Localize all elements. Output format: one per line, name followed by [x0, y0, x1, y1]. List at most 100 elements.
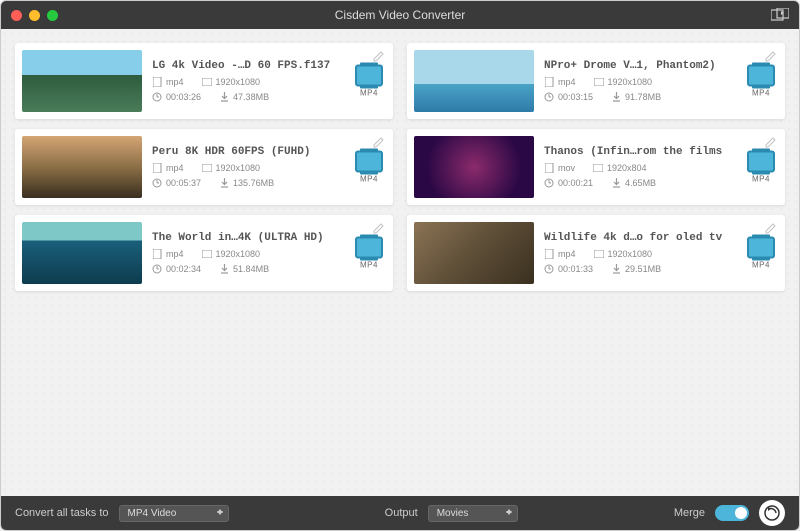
output-format-button[interactable]: MP4	[747, 151, 775, 184]
video-title: LG 4k Video -…D 60 FPS.f137	[152, 60, 386, 72]
convert-all-label: Convert all tasks to	[15, 507, 109, 519]
download-icon	[611, 264, 621, 274]
merge-toggle[interactable]	[715, 505, 749, 521]
video-info: Wildlife 4k d…o for oled tv mp4 1920x108…	[544, 222, 778, 284]
output-format-label: MP4	[360, 89, 378, 98]
video-filesize: 4.65MB	[611, 178, 656, 188]
file-icon	[544, 249, 554, 259]
clock-icon	[544, 92, 554, 102]
merge-label: Merge	[674, 507, 705, 519]
video-format: mp4	[544, 77, 576, 87]
file-icon	[152, 163, 162, 173]
output-format-select[interactable]: MP4 Video	[119, 505, 229, 522]
video-format: mp4	[152, 249, 184, 259]
output-format-label: MP4	[752, 89, 770, 98]
window-controls	[11, 10, 58, 21]
maximize-window-button[interactable]	[47, 10, 58, 21]
output-format-button[interactable]: MP4	[747, 237, 775, 270]
output-format-label: MP4	[752, 261, 770, 270]
format-icon	[747, 237, 775, 259]
format-icon	[355, 65, 383, 87]
clock-icon	[152, 178, 162, 188]
format-icon	[747, 65, 775, 87]
edit-button[interactable]	[373, 135, 387, 149]
video-filesize: 29.51MB	[611, 264, 661, 274]
download-icon	[611, 178, 621, 188]
output-format-button[interactable]: MP4	[747, 65, 775, 98]
video-thumbnail[interactable]	[22, 50, 142, 112]
video-resolution: 1920x1080	[202, 163, 261, 173]
video-thumbnail[interactable]	[22, 136, 142, 198]
edit-button[interactable]	[765, 221, 779, 235]
file-icon	[544, 77, 554, 87]
video-list-area: LG 4k Video -…D 60 FPS.f137 mp4 1920x108…	[1, 29, 799, 496]
video-resolution: 1920x1080	[594, 249, 653, 259]
start-convert-button[interactable]	[759, 500, 785, 526]
edit-button[interactable]	[765, 49, 779, 63]
video-title: Peru 8K HDR 60FPS (FUHD)	[152, 146, 386, 158]
video-info: NPro+ Drome V…1, Phantom2) mp4 1920x1080…	[544, 50, 778, 112]
edit-button[interactable]	[765, 135, 779, 149]
video-card[interactable]: Thanos (Infin…rom the films mov 1920x804…	[407, 129, 785, 205]
video-duration: 00:00:21	[544, 178, 593, 188]
video-filesize: 135.76MB	[219, 178, 274, 188]
resolution-icon	[593, 163, 603, 173]
video-format: mp4	[152, 163, 184, 173]
output-folder-select[interactable]: Movies	[428, 505, 518, 522]
video-format: mp4	[544, 249, 576, 259]
file-icon	[152, 249, 162, 259]
video-thumbnail[interactable]	[414, 50, 534, 112]
output-format-label: MP4	[360, 175, 378, 184]
footer-bar: Convert all tasks to MP4 Video Output Mo…	[1, 496, 799, 530]
video-title: NPro+ Drome V…1, Phantom2)	[544, 60, 778, 72]
resolution-icon	[202, 77, 212, 87]
video-info: The World in…4K (ULTRA HD) mp4 1920x1080…	[152, 222, 386, 284]
video-card[interactable]: The World in…4K (ULTRA HD) mp4 1920x1080…	[15, 215, 393, 291]
video-info: LG 4k Video -…D 60 FPS.f137 mp4 1920x108…	[152, 50, 386, 112]
video-card[interactable]: NPro+ Drome V…1, Phantom2) mp4 1920x1080…	[407, 43, 785, 119]
video-title: Wildlife 4k d…o for oled tv	[544, 232, 778, 244]
clock-icon	[152, 92, 162, 102]
media-library-button[interactable]	[771, 8, 789, 22]
clock-icon	[544, 264, 554, 274]
video-title: Thanos (Infin…rom the films	[544, 146, 778, 158]
video-filesize: 91.78MB	[611, 92, 661, 102]
resolution-icon	[594, 249, 604, 259]
video-thumbnail[interactable]	[22, 222, 142, 284]
minimize-window-button[interactable]	[29, 10, 40, 21]
video-filesize: 51.84MB	[219, 264, 269, 274]
video-resolution: 1920x804	[593, 163, 647, 173]
file-icon	[544, 163, 554, 173]
video-filesize: 47.38MB	[219, 92, 269, 102]
video-thumbnail[interactable]	[414, 222, 534, 284]
video-resolution: 1920x1080	[594, 77, 653, 87]
video-duration: 00:02:34	[152, 264, 201, 274]
video-card[interactable]: LG 4k Video -…D 60 FPS.f137 mp4 1920x108…	[15, 43, 393, 119]
app-window: Cisdem Video Converter LG 4k Video -…D 6…	[0, 0, 800, 531]
file-icon	[152, 77, 162, 87]
output-format-button[interactable]: MP4	[355, 65, 383, 98]
video-thumbnail[interactable]	[414, 136, 534, 198]
video-duration: 00:05:37	[152, 178, 201, 188]
video-info: Peru 8K HDR 60FPS (FUHD) mp4 1920x1080 0…	[152, 136, 386, 198]
resolution-icon	[594, 77, 604, 87]
format-icon	[355, 151, 383, 173]
video-info: Thanos (Infin…rom the films mov 1920x804…	[544, 136, 778, 198]
app-title: Cisdem Video Converter	[1, 8, 799, 22]
edit-button[interactable]	[373, 49, 387, 63]
video-resolution: 1920x1080	[202, 77, 261, 87]
output-folder-label: Output	[385, 507, 418, 519]
video-format: mov	[544, 163, 575, 173]
output-format-button[interactable]: MP4	[355, 237, 383, 270]
video-title: The World in…4K (ULTRA HD)	[152, 232, 386, 244]
close-window-button[interactable]	[11, 10, 22, 21]
format-icon	[747, 151, 775, 173]
format-icon	[355, 237, 383, 259]
edit-button[interactable]	[373, 221, 387, 235]
output-format-button[interactable]: MP4	[355, 151, 383, 184]
output-format-label: MP4	[752, 175, 770, 184]
video-card[interactable]: Wildlife 4k d…o for oled tv mp4 1920x108…	[407, 215, 785, 291]
video-duration: 00:03:26	[152, 92, 201, 102]
video-card[interactable]: Peru 8K HDR 60FPS (FUHD) mp4 1920x1080 0…	[15, 129, 393, 205]
video-duration: 00:01:33	[544, 264, 593, 274]
